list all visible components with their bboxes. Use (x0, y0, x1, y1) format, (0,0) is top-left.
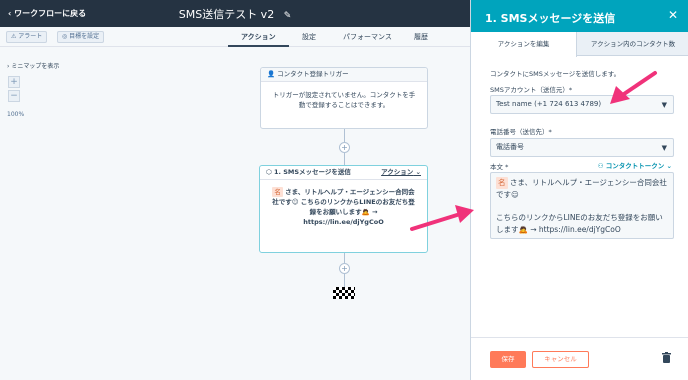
alert-button[interactable]: ⚠ アラート (6, 31, 48, 43)
sms-account-value: Test name (+1 724 613 4789) (496, 100, 602, 108)
sms-body-line-1: さま、リトルヘルプ・エージェンシー合同会社です☺ (496, 178, 667, 199)
caret-down-icon: ▼ (661, 101, 667, 109)
zoom-level: 100% (7, 111, 25, 118)
add-action-button[interactable]: + (339, 263, 350, 274)
top-bar: ‹ ワークフローに戻る SMS送信テスト v2 ✎ (0, 0, 470, 27)
panel-description: コンタクトにSMSメッセージを送信します。 (490, 70, 621, 78)
panel-title: 1. SMSメッセージを送信 (485, 12, 616, 25)
tab-edit-action[interactable]: アクションを編集 (471, 32, 577, 57)
trigger-card-title: コンタクト登録トリガー (277, 70, 349, 78)
sms-body-textarea[interactable]: 名 さま、リトルヘルプ・エージェンシー合同会社です☺ こちらのリンクからLINE… (490, 172, 674, 239)
minimap-label: ミニマップを表示 (11, 63, 60, 70)
workflow-title-area: SMS送信テスト v2 ✎ (0, 6, 470, 22)
phone-select[interactable]: 電話番号 ▼ (490, 138, 674, 157)
caret-down-icon: ▼ (661, 144, 667, 152)
sms-card-header: ⬡ 1. SMSメッセージを送信 アクション ⌄ (260, 166, 427, 180)
action-edit-panel: 1. SMSメッセージを送信 ✕ アクションを編集 アクション内のコンタクト数 … (470, 0, 688, 380)
zoom-in-button[interactable]: + (8, 76, 20, 88)
sms-body-line-2: こちらのリンクからLINEのお友だち登録をお願いします🙇 → https://l… (496, 213, 663, 234)
minimap-toggle[interactable]: › ミニマップを表示 (7, 61, 59, 70)
add-action-button[interactable]: + (339, 142, 350, 153)
trigger-card-body: トリガーが設定されていません。コンタクトを手動で登録することはできます。 (272, 91, 416, 109)
tab-settings[interactable]: 設定 (302, 32, 316, 42)
phone-label: 電話番号（送信先）* (490, 128, 552, 136)
sms-account-select[interactable]: Test name (+1 724 613 4789) ▼ (490, 95, 674, 114)
set-goal-button[interactable]: ◎ 目標を設定 (57, 31, 105, 43)
workflow-title: SMS送信テスト v2 (178, 8, 275, 21)
contact-token-tag: 名 (496, 177, 508, 189)
contact-token-label: コンタクトトークン ⌄ (605, 162, 672, 170)
tab-performance[interactable]: パフォーマンス (343, 32, 392, 42)
sms-action-card[interactable]: ⬡ 1. SMSメッセージを送信 アクション ⌄ 名 さま、リトルヘルプ・エージ… (259, 165, 428, 253)
contact-token-tag: 名 (272, 187, 283, 197)
phone-value: 電話番号 (496, 143, 524, 151)
person-icon: ⚇ (597, 162, 604, 170)
action-menu-button[interactable]: アクション ⌄ (381, 166, 421, 179)
tab-actions[interactable]: アクション (241, 32, 276, 42)
panel-footer-divider (471, 337, 688, 338)
chevron-right-icon: › (7, 63, 10, 70)
sms-card-message: さま、リトルヘルプ・エージェンシー合同会社です☺ こちらのリンクからLINEのお… (272, 188, 415, 216)
sms-account-label: SMSアカウント（送信元）* (490, 86, 573, 94)
panel-header: 1. SMSメッセージを送信 ✕ (471, 0, 688, 32)
save-button[interactable]: 保存 (490, 351, 526, 368)
cancel-button[interactable]: キャンセル (532, 351, 589, 368)
sms-card-link: https://lin.ee/djYgCoO (303, 218, 384, 226)
contact-token-button[interactable]: ⚇ コンタクトトークン ⌄ (598, 160, 672, 170)
panel-tabs: アクションを編集 アクション内のコンタクト数 (471, 32, 688, 57)
sms-card-title: 1. SMSメッセージを送信 (273, 168, 351, 176)
body-label: 本文 * (490, 163, 509, 171)
user-icon: 👤 (267, 70, 276, 78)
trash-icon[interactable] (662, 352, 671, 363)
pencil-icon[interactable]: ✎ (284, 11, 292, 21)
trigger-card[interactable]: 👤 コンタクト登録トリガー トリガーが設定されていません。コンタクトを手動で登録… (260, 67, 428, 129)
tab-contacts-in-action[interactable]: アクション内のコンタクト数 (577, 32, 688, 56)
sms-card-body: 名 さま、リトルヘルプ・エージェンシー合同会社です☺ こちらのリンクからLINE… (260, 180, 427, 235)
zoom-out-button[interactable]: − (8, 90, 20, 102)
trigger-card-header: 👤 コンタクト登録トリガー (261, 68, 427, 82)
end-flag-icon (333, 287, 355, 299)
tab-history[interactable]: 履歴 (414, 32, 428, 42)
sms-icon: ⬡ (266, 168, 272, 176)
active-tab-indicator (228, 45, 289, 47)
workflow-toolbar: ⚠ アラート ◎ 目標を設定 アクション 設定 パフォーマンス 履歴 (0, 27, 470, 47)
close-icon[interactable]: ✕ (668, 8, 678, 22)
